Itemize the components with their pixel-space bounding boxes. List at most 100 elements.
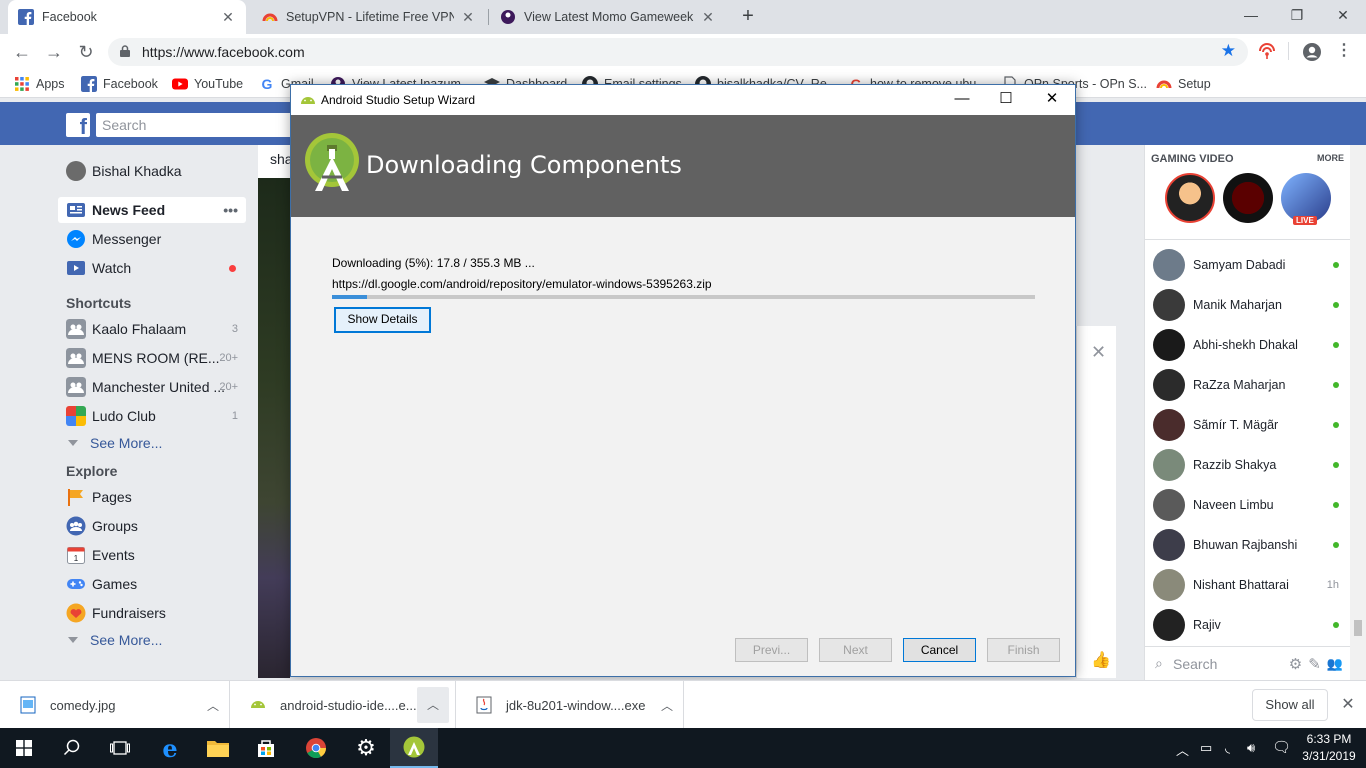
avatar: [1153, 409, 1185, 441]
gaming-more-link[interactable]: MORE: [1317, 153, 1344, 163]
action-center-icon[interactable]: 🗨︎: [1272, 738, 1291, 756]
shortcut-item[interactable]: Ludo Club 1: [58, 403, 246, 429]
new-message-icon[interactable]: ✎: [1308, 655, 1321, 673]
windows-start-icon[interactable]: [0, 728, 48, 768]
download-item[interactable]: jdk-8u201-window....exe ︿: [456, 681, 684, 729]
bookmark-star-icon[interactable]: ★: [1221, 41, 1236, 61]
previous-button[interactable]: Previ...: [735, 638, 808, 662]
file-explorer-icon[interactable]: [194, 728, 242, 768]
forward-icon[interactable]: →: [42, 40, 66, 64]
sidebar-item-watch[interactable]: Watch: [58, 255, 246, 281]
cancel-button[interactable]: Cancel: [903, 638, 976, 662]
like-thumb-icon[interactable]: 👍: [1091, 650, 1111, 670]
contact-row[interactable]: Nishant Bhattarai 1h: [1145, 565, 1351, 605]
more-options-icon[interactable]: •••: [223, 202, 238, 218]
dialog-maximize-icon[interactable]: ☐: [983, 88, 1029, 112]
bookmark-facebook[interactable]: Facebook: [81, 76, 158, 92]
tab-setupvpn[interactable]: SetupVPN - Lifetime Free VPN - C ✕: [252, 0, 486, 34]
address-bar[interactable]: https://www.facebook.com ★: [108, 38, 1248, 66]
store-icon[interactable]: [242, 728, 290, 768]
contact-row[interactable]: Samyam Dabadi: [1145, 245, 1351, 285]
show-all-downloads-button[interactable]: Show all: [1252, 689, 1328, 721]
gaming-tv-avatar[interactable]: [1223, 173, 1273, 223]
finish-button[interactable]: Finish: [987, 638, 1060, 662]
android-studio-taskbar-icon[interactable]: [390, 728, 438, 768]
gaming-video-avatar[interactable]: [1165, 173, 1215, 223]
settings-gear-icon[interactable]: ⚙: [342, 728, 390, 768]
bookmark-youtube[interactable]: YouTube: [172, 76, 243, 92]
tab-close-icon[interactable]: ✕: [460, 9, 476, 26]
profile-link[interactable]: Bishal Khadka: [58, 158, 246, 184]
download-item[interactable]: android-studio-ide....e... ︿: [230, 681, 456, 729]
create-group-icon[interactable]: 👥: [1327, 656, 1343, 672]
sidebar-item-news-feed[interactable]: News Feed •••: [58, 197, 246, 223]
minimize-icon[interactable]: —: [1228, 4, 1274, 28]
sidebar-item-messenger[interactable]: Messenger: [58, 226, 246, 252]
back-icon[interactable]: ←: [10, 40, 34, 64]
facebook-logo-icon[interactable]: f: [66, 113, 90, 139]
tab-momo-gameweek[interactable]: View Latest Momo Gameweek Po ✕: [490, 0, 726, 34]
close-icon[interactable]: ✕: [1091, 342, 1106, 363]
dialog-close-icon[interactable]: ✕: [1029, 88, 1075, 112]
show-hidden-icons-chevron-icon[interactable]: ︿: [1176, 740, 1189, 759]
page-scrollbar[interactable]: [1350, 145, 1366, 680]
dialog-minimize-icon[interactable]: —: [939, 88, 985, 112]
system-clock[interactable]: 6:33 PM 3/31/2019: [1296, 731, 1362, 765]
wifi-icon[interactable]: ◟: [1225, 740, 1230, 756]
contact-row[interactable]: Bhuwan Rajbanshi: [1145, 525, 1351, 565]
contact-row[interactable]: RaZza Maharjan: [1145, 365, 1351, 405]
dialog-title-bar: Android Studio Setup Wizard — ☐ ✕: [291, 85, 1075, 115]
battery-icon[interactable]: ▭: [1200, 740, 1212, 756]
chevron-up-icon[interactable]: ︿: [197, 697, 229, 714]
shortcut-item[interactable]: Kaalo Fhalaam 3: [58, 316, 246, 342]
see-more-shortcuts[interactable]: See More...: [68, 435, 162, 451]
search-icon[interactable]: [48, 728, 96, 768]
contact-row[interactable]: Razzib Shakya: [1145, 445, 1351, 485]
chat-settings-gear-icon[interactable]: ⚙: [1289, 655, 1302, 673]
see-more-explore[interactable]: See More...: [68, 632, 162, 648]
restore-icon[interactable]: ❐: [1274, 4, 1320, 28]
close-shelf-icon[interactable]: ✕: [1338, 694, 1358, 714]
gaming-live-avatar[interactable]: LIVE: [1281, 173, 1331, 225]
chevron-up-icon[interactable]: ︿: [651, 697, 683, 714]
tab-facebook[interactable]: Facebook ✕: [8, 0, 246, 34]
chat-search-bar[interactable]: ⌕ Search ⚙ ✎ 👥: [1145, 646, 1351, 680]
explore-item-fundraisers[interactable]: Fundraisers: [58, 600, 246, 626]
download-item[interactable]: comedy.jpg ︿: [0, 681, 230, 729]
chat-search-input[interactable]: Search: [1173, 656, 1289, 672]
contact-row[interactable]: Sãmír T. Mägãr: [1145, 405, 1351, 445]
contact-row[interactable]: Abhi-shekh Dhakal: [1145, 325, 1351, 365]
task-view-icon[interactable]: [96, 728, 144, 768]
explore-item-pages[interactable]: Pages: [58, 484, 246, 510]
tab-close-icon[interactable]: ✕: [700, 9, 716, 26]
chrome-icon[interactable]: [292, 728, 340, 768]
contact-row[interactable]: Manik Maharjan: [1145, 285, 1351, 325]
sidebar-item-label: Watch: [92, 260, 132, 276]
shortcut-item[interactable]: MENS ROOM (RE... 20+: [58, 345, 246, 371]
shortcut-item[interactable]: Manchester United ... 20+: [58, 374, 246, 400]
online-status-dot: [1333, 622, 1339, 628]
close-window-icon[interactable]: ✕: [1320, 4, 1366, 28]
next-button[interactable]: Next: [819, 638, 892, 662]
volume-icon[interactable]: 🔊︎: [1247, 740, 1255, 756]
explore-item-groups[interactable]: Groups: [58, 513, 246, 539]
scrollbar-thumb[interactable]: [1354, 620, 1362, 636]
edge-browser-icon[interactable]: e: [146, 728, 194, 768]
reload-icon[interactable]: ↻: [74, 40, 98, 64]
show-details-button[interactable]: Show Details: [334, 307, 431, 333]
feed-video[interactable]: [258, 178, 290, 678]
vpn-extension-icon[interactable]: [1257, 42, 1277, 62]
new-tab-icon[interactable]: +: [736, 5, 760, 29]
contact-row[interactable]: Naveen Limbu: [1145, 485, 1351, 525]
explore-item-events[interactable]: 1 Events: [58, 542, 246, 568]
bookmark-apps[interactable]: Apps: [14, 76, 65, 92]
facebook-search-input[interactable]: Search: [96, 113, 296, 137]
tab-close-icon[interactable]: ✕: [220, 9, 236, 26]
contact-row[interactable]: Rajiv: [1145, 605, 1351, 645]
chevron-up-icon[interactable]: ︿: [417, 687, 449, 723]
download-url: https://dl.google.com/android/repository…: [332, 277, 712, 291]
bookmark-setup[interactable]: Setup: [1156, 76, 1211, 92]
profile-icon[interactable]: [1302, 42, 1322, 62]
chrome-menu-icon[interactable]: ⋮: [1334, 42, 1354, 62]
explore-item-games[interactable]: Games: [58, 571, 246, 597]
